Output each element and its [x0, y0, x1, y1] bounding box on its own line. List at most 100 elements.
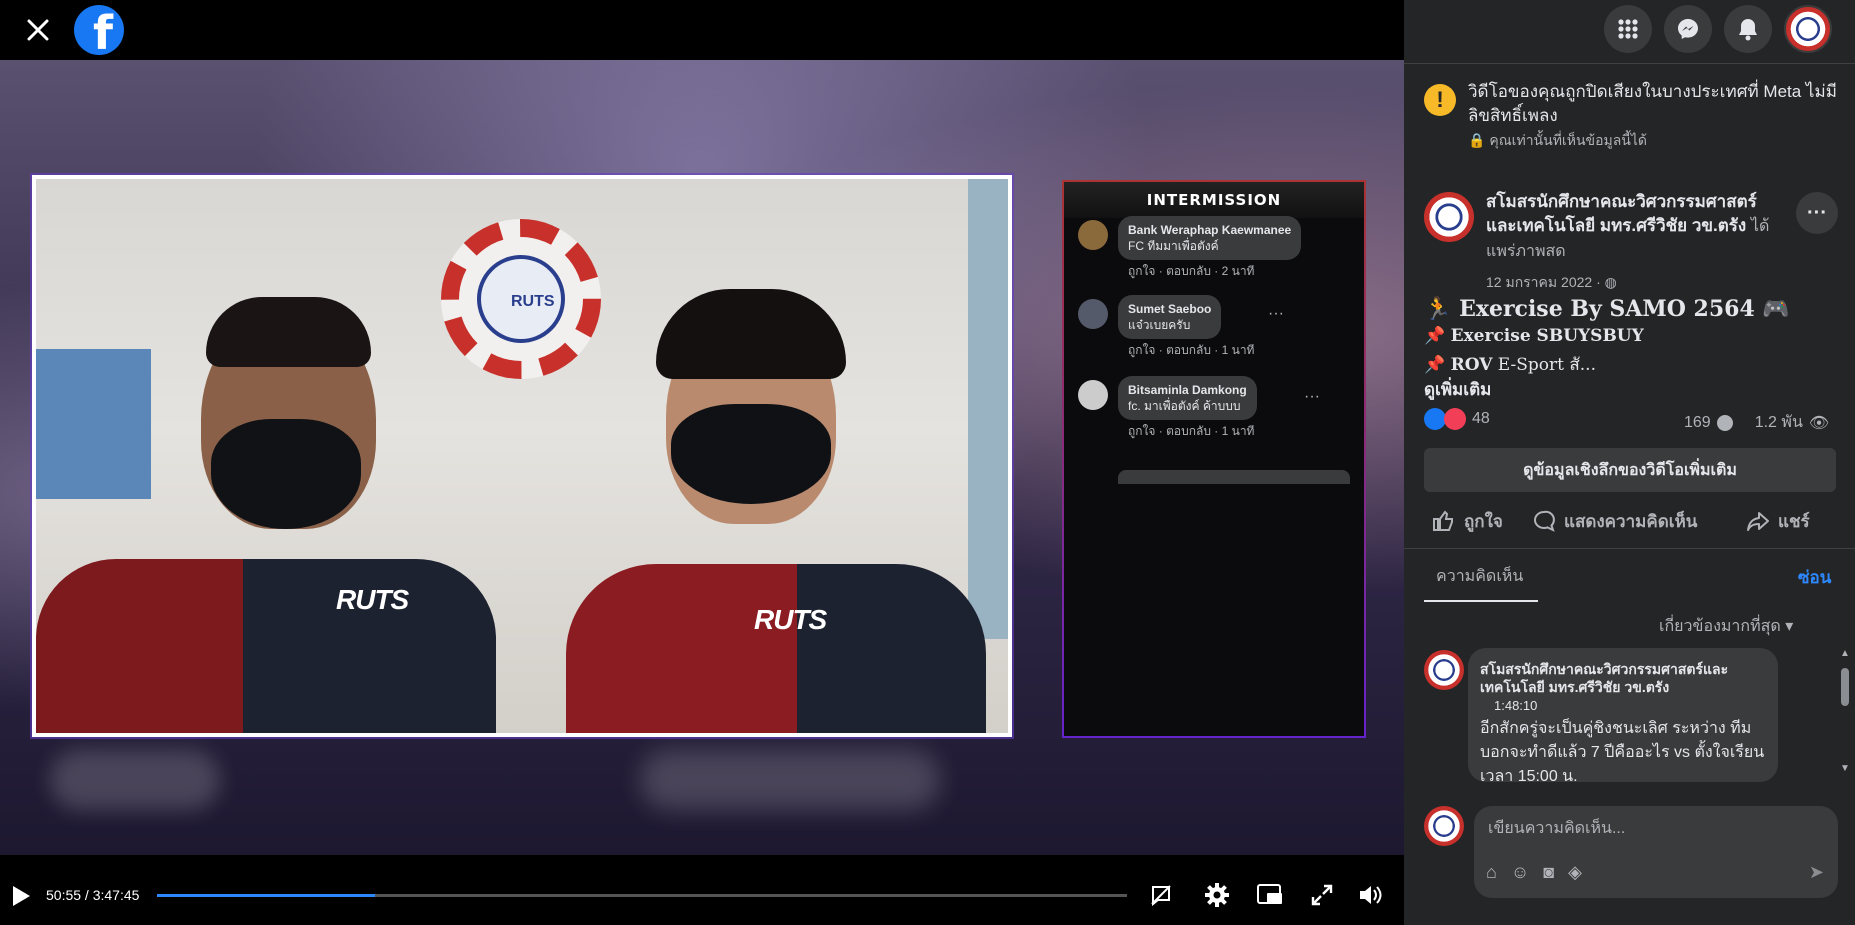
chat-message: FC ทีมมาเพื่อตังค์: [1128, 239, 1219, 253]
page-name[interactable]: สโมสรนักศึกษาคณะวิศวกรรมศาสตร์และเทคโนโล…: [1486, 192, 1757, 235]
progress-bar[interactable]: [157, 894, 1127, 897]
settings-button[interactable]: [1202, 880, 1232, 910]
divider: [1404, 548, 1855, 549]
bell-icon: [1739, 19, 1757, 41]
comments-scrollbar[interactable]: ▲ ▼: [1838, 648, 1852, 778]
fullscreen-button[interactable]: [1307, 880, 1337, 910]
emoji-icon[interactable]: ☺: [1511, 862, 1529, 883]
faculty-logo-text: RUTS: [511, 293, 555, 310]
post-sidebar: ! วิดีโอของคุณถูกปิดเสียงในบางประเทศที่ …: [1404, 0, 1855, 925]
window-frame: [968, 179, 1008, 639]
person-right-mask: [671, 404, 831, 504]
chat-meta: ถูกใจ · ตอบกลับ · 1 นาที: [1128, 343, 1255, 357]
comment-count-icon: [1716, 414, 1733, 431]
captions-off-icon: [1151, 885, 1171, 907]
notifications-button[interactable]: [1724, 5, 1772, 53]
scroll-thumb[interactable]: [1841, 668, 1849, 706]
more-options-button[interactable]: ···: [1796, 192, 1838, 234]
reactions-summary[interactable]: 48: [1424, 408, 1490, 430]
comment-author[interactable]: สโมสรนักศึกษาคณะวิศวกรรมศาสตร์และเทคโนโล…: [1480, 660, 1766, 696]
game-controller-icon: 🎮: [1762, 296, 1790, 322]
person-left-shirt: [36, 559, 496, 733]
comment-sort-dropdown[interactable]: เกี่ยวข้องมากที่สุด ▾: [1659, 614, 1793, 639]
person-right-shirt: [566, 564, 986, 733]
thumbs-up-icon: [1433, 510, 1453, 531]
close-button[interactable]: [20, 12, 56, 48]
love-reaction-icon: [1444, 408, 1466, 430]
hide-comments-link[interactable]: ซ่อน: [1798, 564, 1831, 591]
globe-icon: ◍: [1604, 274, 1617, 290]
video-top-bar: f: [0, 0, 1404, 60]
warning-icon: !: [1424, 84, 1456, 116]
shirt-logo-right: RUTS: [754, 604, 827, 635]
pip-icon: [1257, 884, 1282, 904]
sticker-icon[interactable]: ⌂: [1486, 862, 1497, 883]
facebook-logo-icon[interactable]: f: [74, 5, 124, 55]
profile-avatar[interactable]: [1784, 5, 1832, 53]
lock-icon: 🔒: [1468, 132, 1486, 148]
commenter-avatar[interactable]: [1424, 650, 1464, 690]
chat-author: Sumet Saeboo: [1128, 302, 1212, 316]
muted-notice-sub: คุณเท่านั้นที่เห็นข้อมูลนี้ได้: [1489, 132, 1647, 148]
comment-input[interactable]: เขียนความคิดเห็น...: [1488, 816, 1625, 841]
picture-in-picture-button[interactable]: [1255, 880, 1285, 910]
time-display: 50:55 / 3:47:45: [46, 887, 140, 903]
comment-timestamp[interactable]: 1:48:10: [1494, 698, 1766, 713]
like-button[interactable]: ถูกใจ: [1432, 504, 1503, 538]
sidebar-top-bar: [1404, 0, 1855, 64]
post-title: Exercise By SAMO 2564: [1459, 296, 1755, 322]
pin-icon: 📌: [1424, 355, 1446, 375]
play-button[interactable]: [10, 884, 36, 908]
person-left-hair: [206, 297, 371, 367]
play-icon: [13, 886, 30, 906]
see-more-link[interactable]: ดูเพิ่มเติม: [1424, 376, 1491, 403]
intermission-title: INTERMISSION: [1064, 182, 1364, 218]
send-icon[interactable]: ➤: [1809, 862, 1824, 883]
close-icon: [27, 19, 49, 41]
person-right-hair: [656, 289, 846, 379]
time-total: 3:47:45: [92, 887, 140, 903]
gear-icon: [1205, 883, 1229, 907]
chat-meta: ถูกใจ · ตอบกลับ · 1 นาที: [1128, 424, 1255, 438]
comment-label: แสดงความคิดเห็น: [1564, 511, 1698, 531]
chevron-down-icon: ▾: [1785, 618, 1794, 635]
time-current: 50:55: [46, 887, 82, 903]
messenger-button[interactable]: [1664, 5, 1712, 53]
comment-icon: [1534, 510, 1555, 532]
camera-icon[interactable]: ◙: [1543, 862, 1554, 883]
faculty-logo: RUTS: [441, 219, 601, 379]
comment-bubble: สโมสรนักศึกษาคณะวิศวกรรมศาสตร์และเทคโนโล…: [1468, 648, 1778, 782]
volume-button[interactable]: [1356, 880, 1386, 910]
menu-button[interactable]: [1604, 5, 1652, 53]
video-player[interactable]: f RUTS RUTS RUTS INTERMISSION Bank Werap…: [0, 0, 1404, 925]
reaction-count: 48: [1472, 410, 1490, 427]
chat-author: Bank Weraphap Kaewmanee: [1128, 223, 1292, 237]
avatar: [1078, 380, 1108, 410]
grid-menu-icon: [1618, 19, 1638, 39]
scroll-up-icon: ▲: [1840, 648, 1850, 659]
page-avatar[interactable]: [1424, 192, 1474, 242]
comment-sort-label: เกี่ยวข้องมากที่สุด: [1659, 618, 1781, 635]
captions-button[interactable]: [1146, 880, 1176, 910]
volume-icon: [1360, 886, 1382, 904]
scroll-down-icon: ▼: [1840, 763, 1850, 774]
overlay-chat-item-partial: [1118, 470, 1350, 484]
blurred-background-text: [50, 750, 220, 810]
messenger-icon: [1678, 19, 1698, 39]
chat-author: Bitsaminla Damkong: [1128, 383, 1247, 397]
shirt-logo-left: RUTS: [336, 584, 409, 615]
intermission-chat-overlay: INTERMISSION Bank Weraphap Kaewmanee FC ท…: [1062, 180, 1366, 738]
comment-count[interactable]: 169: [1684, 414, 1711, 432]
gif-icon[interactable]: ◈: [1568, 862, 1582, 883]
video-controls: [0, 855, 1404, 925]
tab-comments[interactable]: ความคิดเห็น: [1424, 562, 1538, 602]
share-icon: [1747, 512, 1769, 531]
comment-button[interactable]: แสดงความคิดเห็น: [1532, 504, 1697, 538]
video-insights-button[interactable]: ดูข้อมูลเชิงลึกของวิดีโอเพิ่มเติม: [1424, 448, 1836, 492]
share-button[interactable]: แชร์: [1746, 504, 1810, 538]
post-date[interactable]: 12 มกราคม 2022 ·: [1486, 274, 1601, 290]
chat-meta: ถูกใจ · ตอบกลับ · 2 นาที: [1128, 264, 1255, 278]
comment-composer[interactable]: เขียนความคิดเห็น... ⌂ ☺ ◙ ◈ ➤: [1474, 806, 1838, 898]
comment-text: อีกสักครู่จะเป็นคู่ชิงชนะเลิศ ระหว่าง ที…: [1480, 720, 1765, 782]
camera-view: RUTS RUTS RUTS: [32, 175, 1012, 737]
